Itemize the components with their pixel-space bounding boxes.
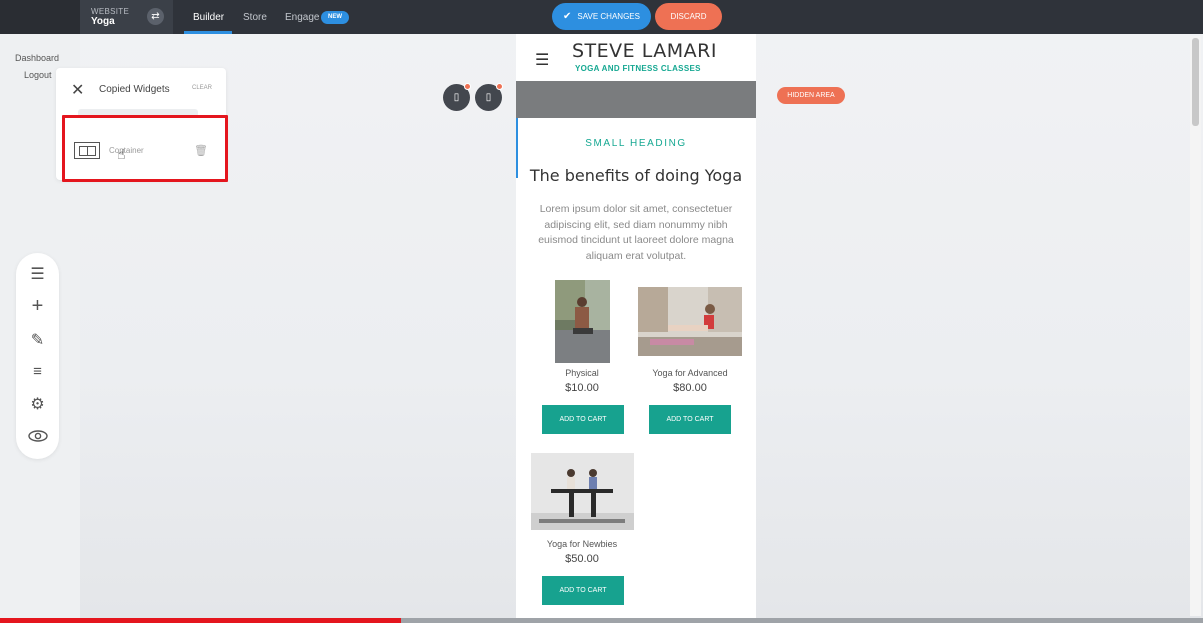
mobile-preview: ☰ STEVE LAMARI YOGA AND FITNESS CLASSES … [516, 34, 756, 623]
product-image[interactable] [638, 287, 742, 356]
copied-widgets-title: Copied Widgets [99, 84, 170, 95]
active-tab-indicator [184, 31, 232, 34]
small-heading: SMALL HEADING [585, 138, 687, 149]
top-bar: WEBSITE Yoga ⇄ Builder Store Engage NEW … [0, 0, 1203, 34]
product-name: Yoga for Advanced [652, 368, 728, 378]
section-paragraph: Lorem ipsum dolor sit amet, consectetuer… [538, 203, 734, 262]
product-price: $50.00 [565, 553, 599, 565]
switch-site-icon[interactable]: ⇄ [147, 8, 164, 25]
clear-button[interactable]: CLEAR [192, 85, 212, 91]
site-name: Yoga [91, 16, 115, 27]
add-to-cart-button[interactable]: ADD TO CART [542, 576, 624, 605]
site-label: WEBSITE [91, 7, 130, 16]
save-changes-label: SAVE CHANGES [577, 12, 640, 21]
gear-icon[interactable]: ⚙ [16, 394, 59, 414]
product-price: $80.00 [673, 382, 707, 394]
product-name: Physical [565, 368, 599, 378]
new-badge: NEW [321, 11, 349, 24]
product-price: $10.00 [565, 382, 599, 394]
save-changes-button[interactable]: ✔ SAVE CHANGES [552, 3, 651, 30]
add-to-cart-button[interactable]: ADD TO CART [649, 405, 731, 434]
plus-icon[interactable]: + [16, 295, 59, 318]
hand-cursor-icon: ☝ [117, 146, 126, 162]
dashboard-link[interactable]: Dashboard [15, 53, 59, 63]
brush-icon[interactable]: ✎ [16, 330, 59, 350]
site-tagline: YOGA AND FITNESS CLASSES [575, 64, 701, 73]
top-bar-left [0, 0, 80, 34]
site-selector[interactable]: WEBSITE Yoga ⇄ [80, 0, 173, 34]
device-indicator-dot [464, 83, 471, 90]
tablet-view-button[interactable]: ▯ [443, 83, 471, 111]
tablet-icon: ▯ [453, 92, 460, 103]
hidden-banner [516, 81, 756, 118]
add-to-cart-button[interactable]: ADD TO CART [542, 405, 624, 434]
check-icon: ✔ [563, 11, 572, 22]
menu-icon[interactable]: ☰ [16, 264, 59, 284]
device-indicator-dot [496, 83, 503, 90]
discard-button[interactable]: DISCARD [655, 3, 722, 30]
vertical-toolbar: ☰ + ✎ ≡ ⚙ [16, 253, 59, 459]
tab-store[interactable]: Store [243, 12, 267, 23]
tab-engage[interactable]: Engage [285, 12, 319, 23]
eye-icon[interactable] [16, 429, 59, 447]
scrollbar-thumb[interactable] [1192, 38, 1199, 126]
product-image[interactable] [555, 280, 610, 363]
hidden-area-badge[interactable]: HIDDEN AREA [777, 87, 845, 104]
site-title: STEVE LAMARI [572, 40, 717, 62]
filter-icon[interactable]: ≡ [16, 363, 59, 380]
section-heading: The benefits of doing Yoga [529, 166, 743, 185]
hamburger-menu-icon[interactable]: ☰ [535, 50, 549, 70]
copied-widget-label: Container [109, 146, 144, 155]
tab-builder[interactable]: Builder [193, 12, 224, 23]
logout-link[interactable]: Logout [24, 70, 52, 80]
mobile-view-button[interactable]: ▯ [475, 83, 503, 111]
container-icon [74, 142, 100, 159]
product-image[interactable] [531, 453, 634, 530]
close-icon[interactable]: ✕ [71, 80, 84, 100]
product-name: Yoga for Newbies [546, 539, 618, 549]
mobile-icon: ▯ [485, 92, 492, 103]
trash-icon[interactable]: 🗑 [194, 144, 208, 157]
video-progress-fill[interactable] [0, 618, 401, 623]
